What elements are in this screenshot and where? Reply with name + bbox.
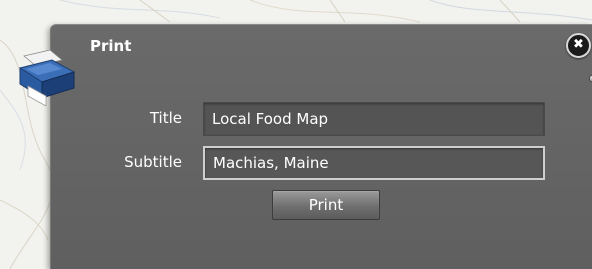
subtitle-label: Subtitle <box>124 153 182 171</box>
subtitle-input[interactable] <box>203 146 545 180</box>
printer-icon <box>18 50 76 106</box>
print-button[interactable]: Print <box>272 190 380 220</box>
close-icon[interactable]: ✖ <box>566 33 591 58</box>
dialog-title: Print <box>90 37 132 55</box>
title-label: Title <box>149 109 182 127</box>
title-input[interactable] <box>203 102 545 136</box>
